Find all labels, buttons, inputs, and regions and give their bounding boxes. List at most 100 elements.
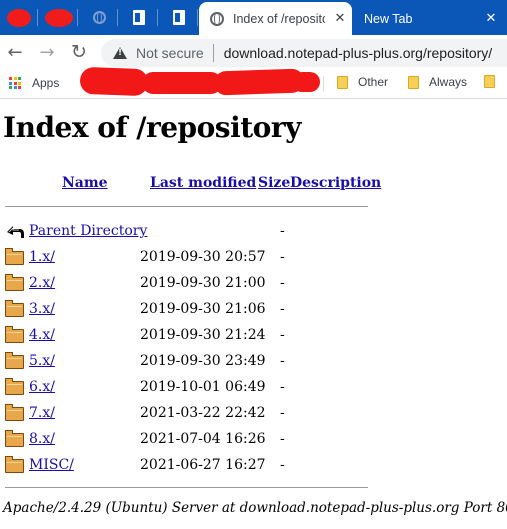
apps-dot [13,81,17,85]
back-arrow-icon [7,226,24,238]
table-row: 1.x/2019-09-30 20:57- [0,245,400,269]
apps-dot [18,77,21,80]
row-last-modified: 2019-09-30 20:57 [140,249,266,265]
parent-directory-link[interactable]: Parent Directory [29,223,147,239]
apps-dot [9,86,12,89]
pinned-tab-2[interactable] [40,0,78,35]
apps-dot [9,81,12,85]
footer-divider [5,487,368,488]
folder-icon [408,75,419,89]
row-size: - [280,379,285,395]
bookmark-folder-overflow[interactable] [484,75,495,88]
back-arrow-icon: ← [7,41,23,63]
bookmark-folder-other[interactable]: Other [337,75,388,89]
page-content: Index of /repository Name Last modified … [0,99,507,529]
row-size: - [280,457,285,473]
tab-title: New Tab [364,11,413,26]
tab-index-of-repository[interactable]: Index of /repository ✕ [199,2,352,35]
directory-link[interactable]: 1.x/ [29,249,55,265]
column-header-size[interactable]: Size [258,175,290,191]
row-size: - [280,431,285,447]
row-last-modified: 2019-09-30 21:06 [140,301,266,317]
security-indicator[interactable]: Not secure [136,45,204,61]
apps-grid-icon [9,77,21,89]
row-last-modified: 2019-09-30 23:49 [140,353,266,369]
column-header-name[interactable]: Name [62,175,108,191]
directory-link[interactable]: MISC/ [29,457,74,473]
apps-dot [13,86,17,89]
table-row: 8.x/2021-07-04 16:26- [0,427,400,451]
pinned-tab-1[interactable] [0,0,38,35]
folder-icon [5,378,24,395]
apps-label: Apps [32,76,60,90]
pinned-tab-4[interactable] [120,0,158,35]
directory-link[interactable]: 7.x/ [29,405,55,421]
row-size: - [280,249,285,265]
pinned-tab-5[interactable] [160,0,198,35]
row-size: - [280,327,285,343]
browser-toolbar: ← → ↻ Not secure download.notepad-plus-p… [0,35,507,70]
directory-link[interactable]: 5.x/ [29,353,55,369]
header-divider [5,206,368,207]
table-row: 4.x/2019-09-30 21:24- [0,323,400,347]
directory-link[interactable]: 6.x/ [29,379,55,395]
directory-link[interactable]: 3.x/ [29,301,55,317]
apps-bookmark[interactable]: Apps [9,76,59,90]
redaction-mark [142,72,222,94]
apps-dot [13,77,17,80]
row-size: - [280,405,285,421]
table-row: 3.x/2019-09-30 21:06- [0,297,400,321]
directory-link[interactable]: 2.x/ [29,275,55,291]
warning-icon[interactable] [113,47,127,59]
forward-button[interactable]: → [36,41,58,63]
bookmarks-separator [323,76,324,92]
folder-icon [5,300,24,317]
folder-icon [5,352,24,369]
folder-icon [337,75,348,89]
column-header-description[interactable]: Description [290,175,381,191]
redaction-mark [292,72,320,92]
back-button[interactable]: ← [4,41,26,63]
folder-icon [5,274,24,291]
redaction-mark [79,66,149,97]
row-last-modified: 2021-07-04 16:26 [140,431,266,447]
row-last-modified: 2021-03-22 22:42 [140,405,266,421]
column-header-last-modified[interactable]: Last modified [150,175,256,191]
folder-icon [5,430,24,447]
row-last-modified: 2019-09-30 21:00 [140,275,266,291]
directory-link[interactable]: 8.x/ [29,431,55,447]
row-last-modified: 2019-09-30 21:24 [140,327,266,343]
pinned-tab-3[interactable] [80,0,118,35]
folder-icon [5,248,24,265]
folder-icon [5,404,24,421]
row-last-modified: 2019-10-01 06:49 [140,379,266,395]
url-text[interactable]: download.notepad-plus-plus.org/repositor… [224,45,493,61]
close-icon[interactable]: ✕ [332,12,348,25]
bookmark-folder-always[interactable]: Always [408,75,467,89]
row-size: - [280,223,285,239]
apps-dot [18,86,21,89]
reload-button[interactable]: ↻ [68,41,90,63]
bookmark-label: Other [358,75,389,89]
redacted-icon [7,8,31,27]
table-row: 2.x/2019-09-30 21:00- [0,271,400,295]
tab-title: Index of /repository [233,11,325,26]
address-bar[interactable]: Not secure download.notepad-plus-plus.or… [101,39,507,67]
folder-icon [484,75,495,88]
forward-arrow-icon: → [39,41,55,63]
directory-link[interactable]: 4.x/ [29,327,55,343]
tab-new-tab[interactable]: New Tab ✕ [353,2,507,35]
tab-strip: Index of /repository ✕ New Tab ✕ [0,0,507,35]
folder-icon [5,326,24,343]
page-title: Index of /repository [3,111,301,144]
reload-icon: ↻ [71,41,87,63]
close-icon[interactable]: ✕ [483,12,499,25]
row-size: - [280,275,285,291]
table-row: MISC/2021-06-27 16:27- [0,453,400,477]
apps-dot [9,77,12,80]
document-icon [173,10,185,25]
document-icon [133,10,145,25]
globe-icon [92,11,106,24]
apps-dot [18,81,21,85]
table-row: 7.x/2021-03-22 22:42- [0,401,400,425]
